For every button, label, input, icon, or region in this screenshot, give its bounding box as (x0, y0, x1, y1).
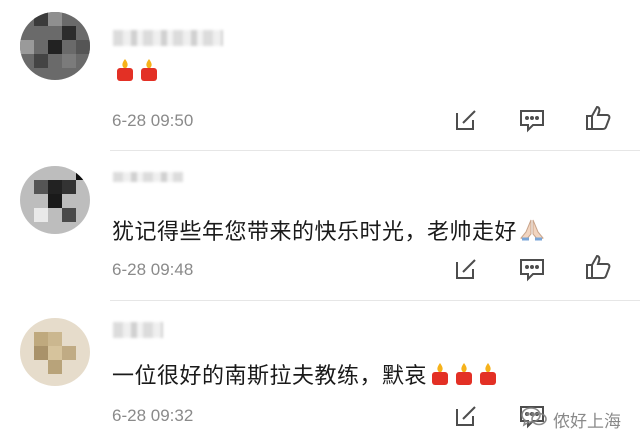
watermark-text: 侬好上海 (553, 412, 621, 432)
comment-text: 一位很好的南斯拉夫教练，默哀 (112, 358, 499, 392)
comment-icon[interactable] (518, 255, 546, 283)
watermark: 侬好上海 (520, 405, 621, 434)
candle-emoji (453, 362, 475, 392)
candle-emoji (138, 58, 160, 88)
comment-item: 6-28 09:50 (0, 0, 640, 150)
like-icon[interactable] (584, 104, 612, 132)
comment-time: 6-28 09:48 (112, 260, 194, 279)
comment-text (112, 58, 160, 88)
comment-icon[interactable] (518, 106, 546, 134)
candle-emoji (114, 58, 136, 88)
edit-icon[interactable] (452, 106, 480, 134)
like-icon[interactable] (584, 253, 612, 281)
comment-time: 6-28 09:50 (112, 111, 194, 130)
folded-hands-emoji (519, 218, 545, 248)
username[interactable] (113, 30, 223, 46)
avatar[interactable] (20, 166, 90, 234)
comment-text: 犹记得些年您带来的快乐时光，老帅走好 (112, 214, 545, 248)
comment-item: 犹记得些年您带来的快乐时光，老帅走好 6-28 09:48 (0, 150, 640, 300)
username[interactable] (113, 322, 163, 338)
edit-icon[interactable] (452, 255, 480, 283)
avatar[interactable] (20, 12, 90, 80)
candle-emoji (429, 362, 451, 392)
username[interactable] (113, 172, 183, 182)
candle-emoji (477, 362, 499, 392)
edit-icon[interactable] (452, 402, 480, 430)
comment-time: 6-28 09:32 (112, 406, 194, 425)
avatar[interactable] (20, 318, 90, 386)
wechat-icon (520, 405, 548, 434)
